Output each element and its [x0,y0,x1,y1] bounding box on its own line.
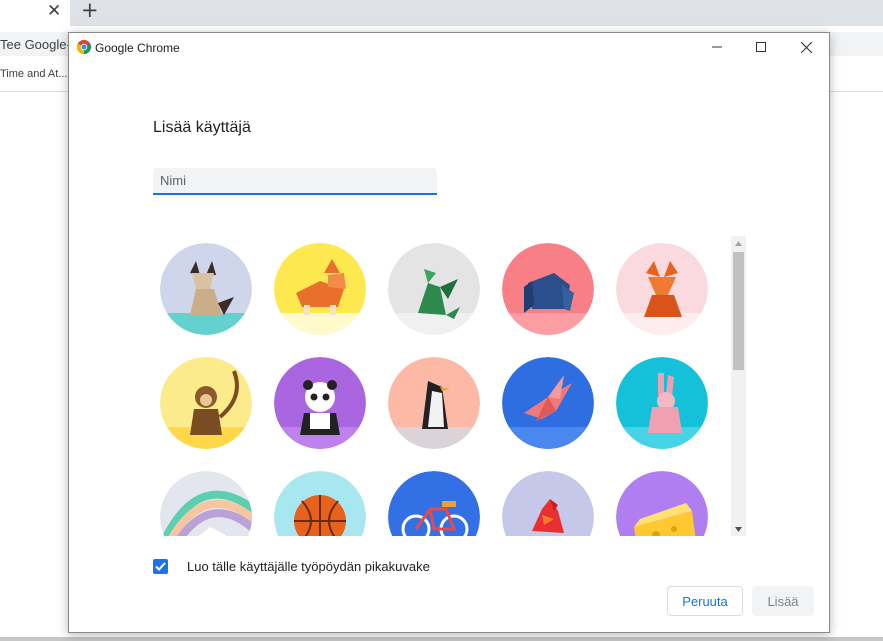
add-button[interactable]: Lisää [752,586,814,616]
cancel-button[interactable]: Peruuta [667,586,743,616]
unicorn-avatar-icon[interactable] [160,471,252,536]
minimize-button[interactable] [694,33,740,61]
close-icon [800,41,812,53]
scroll-thumb[interactable] [733,252,744,370]
rabbit-avatar-icon[interactable] [616,357,708,449]
scroll-up-button[interactable] [731,236,746,250]
dragon-avatar-icon[interactable] [388,243,480,335]
desktop-shortcut-checkbox[interactable] [153,559,168,574]
maximize-icon [756,42,766,52]
cheese-avatar-icon[interactable] [616,471,708,536]
scroll-up-arrow-icon [735,240,742,246]
maximize-button[interactable] [738,33,784,61]
panda-avatar-icon[interactable] [274,357,366,449]
basketball-avatar-icon[interactable] [274,471,366,536]
chrome-logo-icon [77,40,91,54]
desktop-shortcut-label: Luo tälle käyttäjälle työpöydän pikakuva… [187,559,430,574]
tab-close-icon[interactable]: ✕ [47,1,61,21]
window-titlebar[interactable]: Google Chrome [69,33,829,63]
cardinal-avatar-icon[interactable] [502,471,594,536]
omnibox-text: Tee Google- [0,37,71,52]
elephant-avatar-icon[interactable] [502,243,594,335]
new-tab-icon[interactable]: + [81,0,99,22]
scroll-down-arrow-icon [735,526,742,532]
name-input[interactable] [153,168,437,195]
avatar-picker [155,236,731,536]
close-button[interactable] [783,33,829,61]
bookmark-item[interactable]: Time and At... [0,68,67,80]
add-user-dialog: Google Chrome Lisää käyttäjä Luo tälle k… [68,32,830,633]
background-tab-strip [0,0,883,26]
checkmark-icon [155,562,166,571]
background-bottom-edge [0,637,883,641]
monkey-avatar-icon[interactable] [160,357,252,449]
minimize-icon [712,46,722,48]
dialog-heading: Lisää käyttäjä [153,119,251,136]
bike-avatar-icon[interactable] [388,471,480,536]
window-title: Google Chrome [95,41,180,55]
avatar-scrollbar[interactable] [731,236,746,536]
penguin-avatar-icon[interactable] [388,357,480,449]
corgi-avatar-icon[interactable] [274,243,366,335]
bird-avatar-icon[interactable] [502,357,594,449]
avatar-grid [155,236,731,536]
scroll-down-button[interactable] [731,522,746,536]
cat-avatar-icon[interactable] [160,243,252,335]
fox-avatar-icon[interactable] [616,243,708,335]
